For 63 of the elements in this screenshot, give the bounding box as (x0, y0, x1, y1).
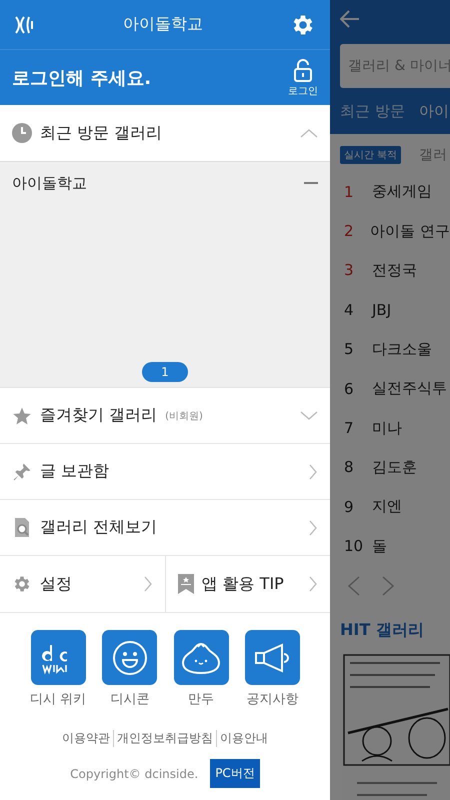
footer-link[interactable]: 이용안내 (216, 730, 271, 747)
rank-number: 7 (344, 419, 355, 438)
copyright-text: Copyright© dcinside. (70, 766, 198, 780)
rank-number: 1 (344, 182, 355, 201)
gallery-name[interactable]: JBJ (372, 300, 392, 319)
chevron-right-icon[interactable] (308, 462, 318, 480)
chevron-right-icon[interactable] (142, 575, 152, 593)
rank-number: 2 (344, 222, 355, 240)
rank-number: 5 (344, 340, 355, 358)
rank-number: 9 (344, 498, 355, 516)
back-arrow-icon[interactable] (340, 10, 360, 28)
rank-number: 6 (344, 380, 355, 398)
rank-number: 3 (344, 261, 355, 280)
star-icon (12, 406, 32, 426)
megaphone-icon (253, 642, 292, 672)
login-prompt: 로그인해 주세요. (12, 66, 152, 90)
menu-item[interactable]: 설정 (40, 574, 72, 594)
tab[interactable]: 최근 방문 (340, 102, 405, 120)
pushpin-icon (12, 462, 32, 482)
gallery-name[interactable]: 전정국 (372, 260, 417, 280)
footer-link[interactable]: 개인정보취급방침 (113, 730, 216, 747)
clock-icon (12, 123, 32, 143)
dumpling-icon (181, 640, 222, 674)
gallery-name[interactable]: 김도훈 (372, 458, 417, 477)
gallery-name[interactable]: 다크소울 (372, 340, 432, 359)
menu-note: (비회원) (165, 410, 204, 422)
search-field[interactable]: 갤러리 & 마이너 (340, 44, 450, 88)
logo-icon[interactable] (14, 14, 36, 34)
rank-number: 4 (344, 300, 355, 319)
login-button[interactable]: 로그인 (288, 58, 318, 98)
tab[interactable]: 아이 (418, 102, 449, 120)
rank-number: 8 (344, 458, 355, 476)
menu-item[interactable]: 글 보관함 (40, 461, 110, 482)
gallery-name[interactable]: 실전주식투 (372, 379, 447, 398)
gallery-name[interactable]: 미나 (372, 418, 402, 438)
lock-icon[interactable] (293, 58, 313, 82)
document-search-icon (12, 516, 32, 538)
gallery-name[interactable]: 돌 (372, 536, 387, 556)
chevron-down-icon[interactable] (300, 410, 318, 421)
gallery-name[interactable]: 아이돌 연구 (370, 222, 450, 241)
tab[interactable]: 갤러 (419, 146, 448, 164)
section-title: 최근 방문 갤러리 (40, 122, 164, 144)
page-button[interactable]: 1 (142, 362, 188, 382)
gallery-name[interactable]: 지엔 (372, 497, 402, 516)
smiley-icon (112, 640, 148, 676)
chevron-right-icon[interactable] (382, 576, 394, 596)
realtime-badge[interactable]: 실시간 북적 (340, 146, 402, 164)
rank-number: 10 (344, 537, 364, 556)
chevron-right-icon[interactable] (308, 518, 318, 536)
chevron-up-icon[interactable] (300, 128, 318, 138)
gear-icon[interactable] (12, 574, 32, 594)
bookmark-tip-icon (178, 574, 194, 594)
menu-item[interactable]: 갤러리 전체보기 (40, 517, 158, 538)
gallery-name[interactable]: 중세게임 (372, 182, 432, 202)
chevron-right-icon[interactable] (308, 575, 318, 593)
app-title: 아이돌학교 (123, 14, 203, 35)
chevron-left-icon[interactable] (348, 576, 360, 596)
menu-item[interactable]: 즐겨찾기 갤러리 (40, 405, 158, 426)
menu-item[interactable]: 앱 활용 TIP (202, 574, 284, 594)
pc-version-button[interactable]: PC버전 (210, 759, 260, 788)
gallery-item[interactable]: 아이돌학교 (12, 174, 87, 192)
footer-link[interactable]: 이용약관 (59, 730, 113, 747)
section-title: HIT 갤러리 (339, 618, 425, 641)
